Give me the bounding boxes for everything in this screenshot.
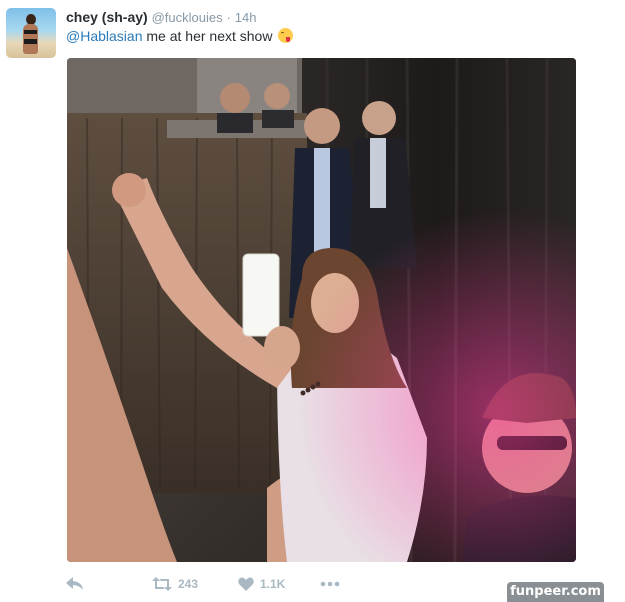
retweet-icon [152, 577, 172, 591]
tweet-actions: 243 1.1K [66, 574, 386, 596]
tweet-photo[interactable] [67, 58, 576, 562]
reply-button[interactable] [66, 574, 84, 594]
timestamp[interactable]: 14h [235, 10, 257, 25]
reply-icon [66, 577, 83, 590]
more-dots-icon [320, 581, 340, 587]
face-savoring-food-emoji-icon [278, 28, 294, 43]
like-button[interactable]: 1.1K [238, 574, 285, 594]
photo-scene [67, 58, 576, 562]
like-count: 1.1K [260, 577, 286, 591]
mention-link[interactable]: @Hablasian [66, 28, 142, 44]
more-button[interactable] [320, 574, 340, 594]
tweet-header: chey (sh-ay) @fucklouies · 14h [66, 8, 256, 26]
retweet-count: 243 [178, 577, 199, 591]
site-watermark: funpeer.com [507, 582, 604, 602]
author-handle[interactable]: @fucklouies [152, 10, 223, 25]
heart-icon [238, 577, 254, 591]
author-name[interactable]: chey (sh-ay) [66, 9, 148, 25]
author-avatar[interactable] [6, 8, 56, 58]
tweet-body: me at her next show [142, 28, 273, 44]
separator: · [226, 10, 231, 25]
retweet-button[interactable]: 243 [152, 574, 198, 594]
tweet-text: @Hablasian me at her next show [66, 27, 294, 45]
